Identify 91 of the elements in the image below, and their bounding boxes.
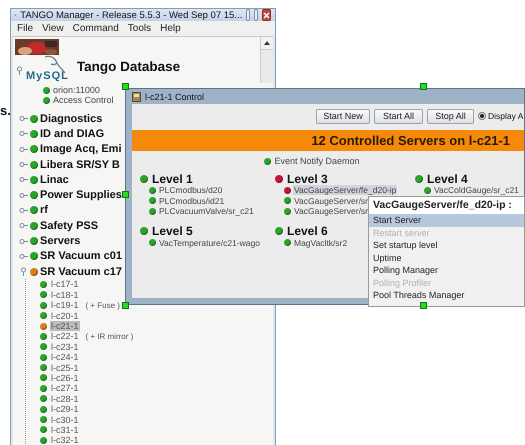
tree-item[interactable]: l-c19-1 xyxy=(50,300,80,310)
action-button[interactable]: Start New xyxy=(316,108,370,124)
display-all-radio[interactable]: Display A xyxy=(478,111,524,121)
expanded-node-icon[interactable] xyxy=(15,66,24,74)
level-label: Level 4 xyxy=(427,172,468,186)
menu-item[interactable]: Help xyxy=(160,23,181,34)
server-item[interactable]: PLCmodbus/id21 xyxy=(158,196,226,206)
tree-node-label[interactable]: SR Vacuum c17 xyxy=(40,266,122,278)
server-item[interactable]: VacTemperature/c21-wago xyxy=(158,238,261,248)
collapsed-node-icon[interactable] xyxy=(19,129,28,138)
collapsed-node-icon[interactable] xyxy=(19,190,28,200)
tree-item[interactable]: l-c24-1 xyxy=(50,352,80,362)
action-button[interactable]: Stop All xyxy=(427,108,474,124)
tree-item[interactable]: l-c25-1 xyxy=(50,362,80,373)
collapsed-node-icon[interactable] xyxy=(19,175,28,184)
collapsed-node-icon[interactable] xyxy=(19,221,28,230)
tree-item[interactable]: l-c21-1 xyxy=(50,321,80,332)
tree-item[interactable]: Access Control xyxy=(53,95,114,105)
menu-item[interactable]: Uptime xyxy=(369,252,524,264)
tree-item[interactable]: l-c23-1 xyxy=(50,342,80,352)
scroll-bar[interactable] xyxy=(260,37,273,83)
server-item[interactable]: PLCvacuumValve/sr_c21 xyxy=(158,206,255,216)
text-fragment: s. xyxy=(0,103,11,118)
tree-item[interactable]: orion:11000 xyxy=(53,85,100,95)
menu-item[interactable]: Start Server xyxy=(369,214,524,226)
app-icon xyxy=(132,92,141,102)
collapsed-node-icon[interactable] xyxy=(19,160,28,170)
database-logo: MySQL xyxy=(26,70,69,82)
tree-node-label[interactable]: Libera SR/SY B xyxy=(40,158,120,171)
tree-node-label[interactable]: Diagnostics xyxy=(40,112,102,125)
tree-item[interactable]: l-c32-1 xyxy=(50,435,80,445)
menu-title: VacGaugeServer/fe_d20-ip : xyxy=(369,197,524,214)
window-title: TANGO Manager - Release 5.5.3 - Wed Sep 07 15... xyxy=(20,10,242,20)
level-label: Level 3 xyxy=(287,172,328,186)
selection-handle[interactable] xyxy=(122,191,129,198)
tree-node-label[interactable]: rf xyxy=(40,204,48,216)
scroll-up-button[interactable] xyxy=(261,37,273,50)
collapsed-node-icon[interactable] xyxy=(19,144,28,154)
menu-item[interactable]: Pool Threads Manager xyxy=(369,289,524,302)
tree-item[interactable]: l-c29-1 xyxy=(50,404,80,414)
collapsed-node-icon[interactable] xyxy=(19,236,28,246)
tree-item-note: ( + Fuse ) xyxy=(86,300,120,310)
close-icon xyxy=(263,12,270,18)
menu-item[interactable]: Polling Manager xyxy=(369,264,524,276)
level-label: Level 1 xyxy=(152,172,193,186)
selection-handle[interactable] xyxy=(122,302,129,309)
tree-node-label[interactable]: ID and DIAG xyxy=(40,128,104,140)
tree-item[interactable]: l-c28-1 xyxy=(50,394,80,404)
menu-item[interactable]: Set startup level xyxy=(369,239,524,252)
server-item[interactable]: VacGaugeServer/sr xyxy=(293,196,370,206)
server-item[interactable]: MagVacltk/sr2 xyxy=(293,238,348,248)
up-arrow-icon xyxy=(264,41,270,45)
tree-item-note: ( + IR mirror ) xyxy=(86,332,134,341)
tree-item[interactable]: l-c26-1 xyxy=(50,372,80,383)
tree-node-label[interactable]: Servers xyxy=(40,235,80,248)
tree-item[interactable]: l-c27-1 xyxy=(50,383,80,394)
tree-node-label[interactable]: Power Supplies xyxy=(40,189,122,202)
tree-item[interactable]: l-c17-1 xyxy=(50,279,80,290)
tree-node-label[interactable]: Image Acq, Emi xyxy=(40,143,122,156)
close-button[interactable] xyxy=(262,9,271,21)
menu-item[interactable]: Command xyxy=(72,23,119,34)
collapsed-node-icon[interactable] xyxy=(19,252,28,261)
level-label: Level 5 xyxy=(152,224,193,238)
menu-item[interactable]: File xyxy=(17,23,34,34)
server-item[interactable]: VacGaugeServer/sr xyxy=(293,206,370,216)
server-item[interactable]: VacColdGauge/sr_c21 xyxy=(433,185,520,196)
collapsed-node-icon[interactable] xyxy=(19,206,28,215)
action-button[interactable]: Start All xyxy=(374,108,423,124)
tree-item[interactable]: l-c22-1 xyxy=(50,331,80,342)
expanded-node-icon[interactable] xyxy=(19,267,28,276)
selection-handle[interactable] xyxy=(122,83,129,90)
tree-item[interactable]: l-c31-1 xyxy=(50,424,80,435)
tree-node-label[interactable]: Safety PSS xyxy=(40,220,98,232)
daemon-label: Event Notify Daemon xyxy=(274,156,360,166)
tree-node-label[interactable]: SR Vacuum c01 xyxy=(40,250,122,262)
collapsed-node-icon[interactable] xyxy=(19,114,28,124)
server-item[interactable]: PLCmodbus/d20 xyxy=(158,185,224,196)
selection-handle[interactable] xyxy=(420,83,427,90)
menu-item[interactable]: Tools xyxy=(128,23,152,34)
server-item[interactable]: VacGaugeServer/fe_d20-ip xyxy=(293,185,398,196)
tree-node-label[interactable]: Linac xyxy=(40,174,69,186)
tree-node-label[interactable]: Tango Database xyxy=(76,58,180,74)
banner-title: 12 Controlled Servers on l-c21-1 xyxy=(132,130,524,151)
radio-indicator[interactable] xyxy=(478,112,486,120)
tree-item[interactable]: l-c30-1 xyxy=(50,414,80,425)
selection-handle[interactable] xyxy=(420,302,427,309)
tree-item[interactable]: l-c20-1 xyxy=(50,310,80,321)
window-title: l-c21-1 Control xyxy=(145,92,204,102)
tree-item[interactable]: l-c18-1 xyxy=(50,290,80,300)
level-label: Level 6 xyxy=(287,224,328,238)
menu-item[interactable]: View xyxy=(42,23,64,34)
